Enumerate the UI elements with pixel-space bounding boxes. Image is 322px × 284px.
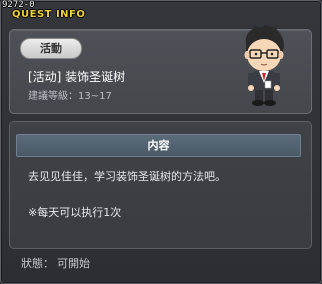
details-header: 内容 — [16, 134, 301, 157]
category-badge: 活動 — [20, 38, 82, 59]
quest-level: 建議等級：13~17 — [28, 91, 112, 103]
level-label: 建議等級： — [28, 91, 78, 102]
quest-name: [活动] 装饰圣诞树 — [28, 70, 126, 84]
titlebar: 9272-0 QUEST INFO — [0, 0, 322, 22]
status-value: 可開始 — [57, 257, 90, 270]
npc-portrait-icon — [236, 23, 292, 109]
quest-description: 去见见佳佳，学习装饰圣诞树的方法吧。 — [28, 170, 226, 183]
status-label: 狀態： — [21, 257, 54, 270]
level-range: 13~17 — [78, 91, 112, 102]
quest-note: ※每天可以执行1次 — [28, 206, 122, 219]
window-title: QUEST INFO — [12, 9, 86, 20]
